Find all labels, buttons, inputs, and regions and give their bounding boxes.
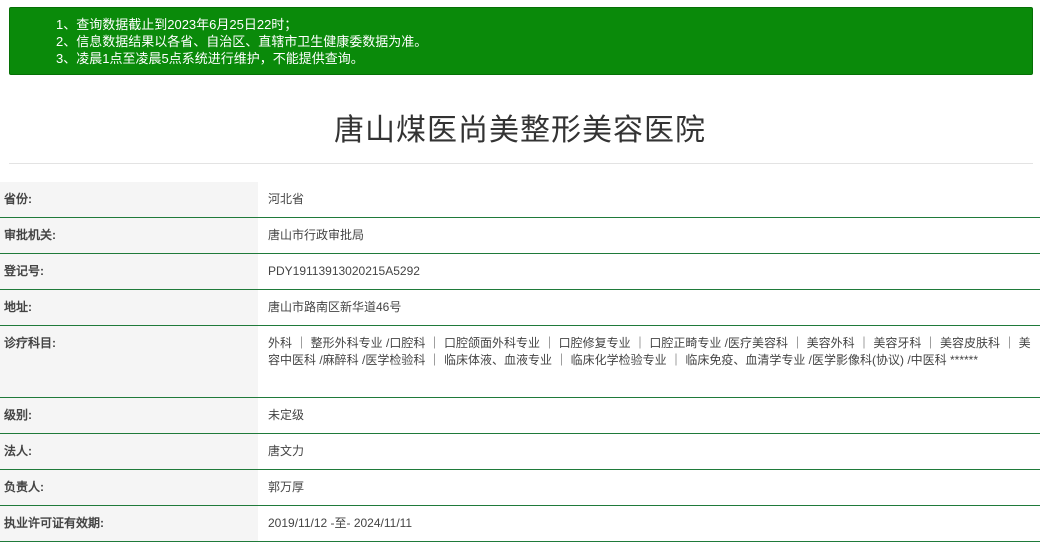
row-address: 地址: 唐山市路南区新华道46号 (0, 290, 1040, 326)
field-label-approval-authority: 审批机关: (0, 218, 258, 253)
field-value-level: 未定级 (268, 408, 305, 422)
field-label-registration-number: 登记号: (0, 254, 258, 289)
title-divider (9, 163, 1033, 164)
row-legal-person: 法人: 唐文力 (0, 434, 1040, 470)
field-label-license-validity: 执业许可证有效期: (0, 506, 258, 541)
field-label-person-in-charge: 负责人: (0, 470, 258, 505)
row-province: 省份: 河北省 (0, 182, 1040, 218)
row-license-validity: 执业许可证有效期: 2019/11/12 -至- 2024/11/11 (0, 506, 1040, 542)
row-level: 级别: 未定级 (0, 398, 1040, 434)
field-value-legal-person: 唐文力 (268, 444, 305, 458)
field-label-address: 地址: (0, 290, 258, 325)
page-title: 唐山煤医尚美整形美容医院 (334, 114, 706, 147)
notice-line-2: 2、信息数据结果以各省、自治区、直辖市卫生健康委数据为准。 (56, 34, 428, 49)
field-label-departments: 诊疗科目: (0, 326, 258, 397)
field-label-province: 省份: (0, 182, 258, 217)
row-person-in-charge: 负责人: 郭万厚 (0, 470, 1040, 506)
field-value-approval-authority: 唐山市行政审批局 (268, 228, 365, 242)
row-approval-authority: 审批机关: 唐山市行政审批局 (0, 218, 1040, 254)
row-departments: 诊疗科目: 外科 ｜ 整形外科专业 /口腔科 ｜ 口腔颌面外科专业 ｜ 口腔修复… (0, 326, 1040, 398)
field-label-level: 级别: (0, 398, 258, 433)
field-value-person-in-charge: 郭万厚 (268, 480, 305, 494)
field-value-address: 唐山市路南区新华道46号 (268, 300, 402, 314)
row-registration-number: 登记号: PDY19113913020215A5292 (0, 254, 1040, 290)
notice-line-3: 3、凌晨1点至凌晨5点系统进行维护，不能提供查询。 (56, 51, 364, 66)
field-value-registration-number: PDY19113913020215A5292 (268, 264, 420, 278)
notice-banner: 1、查询数据截止到2023年6月25日22时； 2、信息数据结果以各省、自治区、… (9, 7, 1033, 75)
info-table: 省份: 河北省 审批机关: 唐山市行政审批局 登记号: PDY191139130… (0, 182, 1040, 542)
field-value-license-validity: 2019/11/12 -至- 2024/11/11 (268, 516, 413, 530)
field-label-legal-person: 法人: (0, 434, 258, 469)
notice-line-1: 1、查询数据截止到2023年6月25日22时； (56, 17, 298, 32)
field-value-departments: 外科 ｜ 整形外科专业 /口腔科 ｜ 口腔颌面外科专业 ｜ 口腔修复专业 ｜ 口… (268, 336, 1031, 367)
field-value-province: 河北省 (268, 192, 305, 206)
